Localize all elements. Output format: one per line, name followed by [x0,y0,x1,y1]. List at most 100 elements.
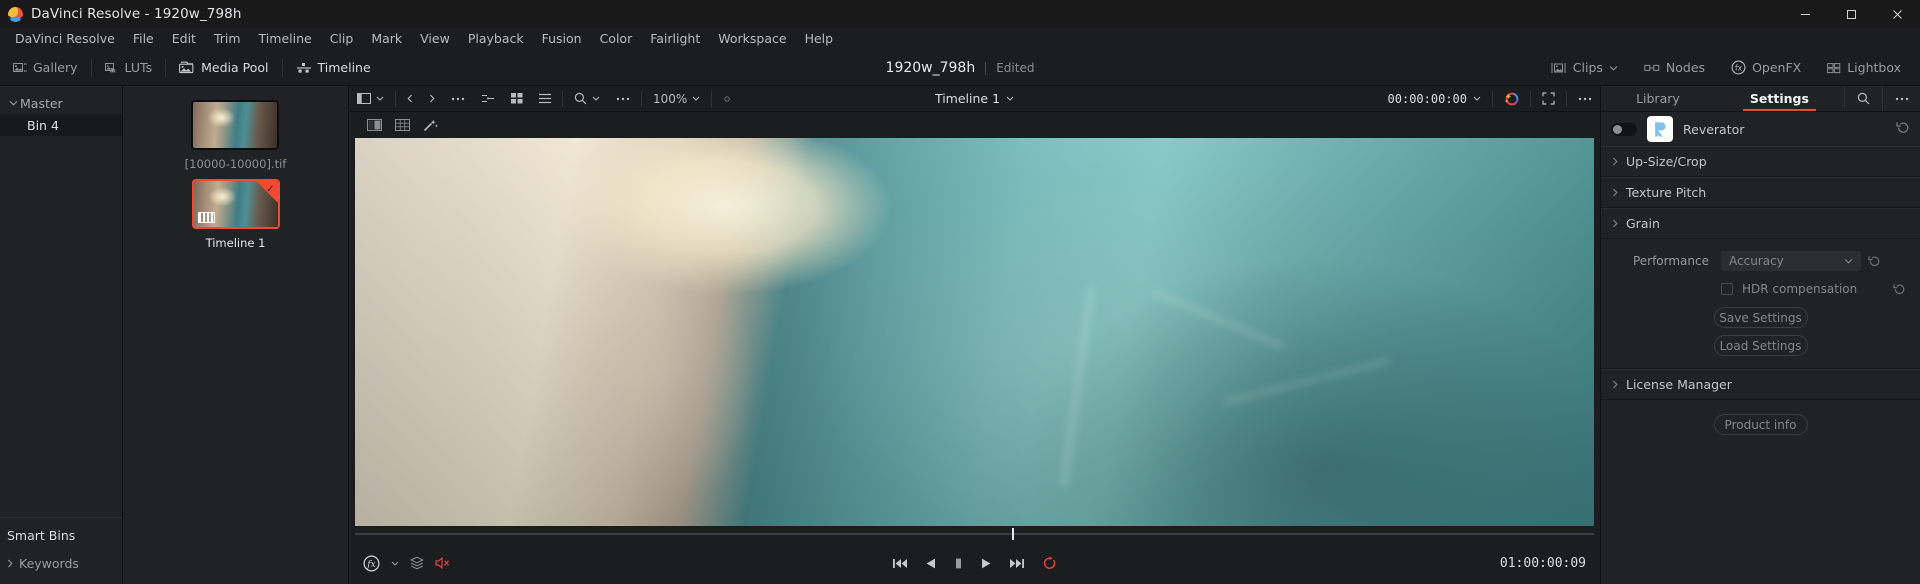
viewer-overflow-button[interactable] [443,86,473,112]
chevron-down-icon[interactable] [1006,96,1014,101]
playhead[interactable] [1011,528,1014,540]
svg-text:fx: fx [1735,64,1743,73]
bin-row-master[interactable]: Master [0,92,122,114]
skip-forward-icon[interactable] [1009,557,1025,570]
nav-next-button[interactable] [421,86,443,112]
reset-icon[interactable] [1861,255,1887,268]
tab-settings[interactable]: Settings [1715,86,1844,111]
grid-view-button[interactable] [503,86,531,112]
menu-clip[interactable]: Clip [321,28,363,50]
section-texture-pitch[interactable]: Texture Pitch [1601,177,1920,208]
media-pool-icon [179,61,195,74]
smart-bin-item-keywords[interactable]: Keywords [0,552,122,574]
menu-color[interactable]: Color [591,28,642,50]
loop-icon[interactable] [1042,555,1057,571]
effect-enable-toggle[interactable] [1611,122,1637,136]
chevron-down-icon [1844,258,1853,264]
split-screen-button[interactable] [361,114,387,136]
thumbnail[interactable]: ✓ [191,179,280,229]
viewer-top-bar: 100% Timeline 1 00:00:00:00 [349,86,1600,112]
stop-icon[interactable] [953,557,964,570]
search-icon [574,92,587,105]
menu-fusion[interactable]: Fusion [533,28,591,50]
magic-color-button[interactable] [1496,86,1527,112]
project-name: 1920w_798h [885,60,976,76]
section-grain[interactable]: Grain [1601,208,1920,239]
minimize-button[interactable] [1782,0,1828,28]
close-button[interactable] [1874,0,1920,28]
window-title: DaVinci Resolve - 1920w_798h [31,6,242,22]
bin-row-bin4[interactable]: Bin 4 [0,114,122,136]
skip-back-icon[interactable] [892,557,908,570]
viewer-more-button[interactable] [608,86,638,112]
menu-davinci-resolve[interactable]: DaVinci Resolve [6,28,124,50]
chevron-right-icon[interactable] [7,559,13,568]
gallery-button[interactable]: Gallery [0,56,91,80]
performance-select[interactable]: Accuracy [1721,251,1861,271]
menu-workspace[interactable]: Workspace [709,28,795,50]
viewer-options-button[interactable] [1570,86,1600,112]
toggle-knob [1613,124,1622,134]
chevron-down-icon[interactable] [692,96,700,101]
grid-overlay-icon [394,119,410,131]
magic-wand-button[interactable] [417,114,443,136]
menu-timeline[interactable]: Timeline [250,28,321,50]
media-pool-button[interactable]: Media Pool [166,56,281,80]
menu-edit[interactable]: Edit [163,28,205,50]
fullscreen-button[interactable] [1534,86,1563,112]
grid-overlay-button[interactable] [389,114,415,136]
inspector-search-button[interactable] [1844,86,1882,111]
load-settings-row: Load Settings [1601,328,1920,356]
tab-library[interactable]: Library [1601,86,1715,111]
openfx-button[interactable]: fx OpenFX [1718,56,1814,80]
transport-bar: fx 01:00:00:09 [349,542,1600,584]
node-graph-button[interactable] [473,86,503,112]
menu-file[interactable]: File [124,28,163,50]
lightbox-button[interactable]: Lightbox [1814,56,1914,80]
nav-prev-button[interactable] [399,86,421,112]
load-settings-button[interactable]: Load Settings [1713,335,1808,356]
timeline-button[interactable]: Timeline [283,56,384,80]
save-settings-button[interactable]: Save Settings [1713,307,1808,328]
menu-view[interactable]: View [411,28,459,50]
viewer-timecode-value: 00:00:00:00 [1387,91,1467,106]
menu-trim[interactable]: Trim [205,28,250,50]
chevron-down-icon[interactable] [1473,96,1481,101]
search-button[interactable] [566,86,608,112]
chevron-down-icon[interactable] [592,96,600,101]
media-pool-item-timeline[interactable]: ✓ Timeline 1 [191,179,280,250]
section-label: License Manager [1626,377,1732,392]
menu-help[interactable]: Help [796,28,843,50]
viewer-timecode[interactable]: 00:00:00:00 [1380,92,1489,106]
viewer-image[interactable] [355,138,1594,526]
reset-icon[interactable] [1896,120,1910,139]
panel-layout-button[interactable] [349,86,392,112]
nodes-button[interactable]: Nodes [1631,56,1718,80]
product-info-button[interactable]: Product info [1713,414,1808,435]
reset-icon[interactable] [1886,283,1912,296]
section-up-size-crop[interactable]: Up-Size/Crop [1601,146,1920,177]
zoom-fit-button[interactable] [715,86,739,112]
hdr-compensation-row: HDR compensation [1601,275,1920,303]
list-view-button[interactable] [531,86,559,112]
maximize-button[interactable] [1828,0,1874,28]
grid-view-icon [511,93,523,104]
chevron-down-icon[interactable] [6,100,20,106]
luts-button[interactable]: LUTs [92,56,166,80]
menu-fairlight[interactable]: Fairlight [641,28,709,50]
viewer-scrubber[interactable] [349,526,1600,542]
zoom-level-button[interactable]: 100% [645,86,708,112]
play-forward-icon[interactable] [981,557,992,570]
thumbnail[interactable] [191,100,280,150]
scrubber-track[interactable] [355,528,1594,540]
menu-playback[interactable]: Playback [459,28,533,50]
clips-button[interactable]: Clips [1537,56,1631,80]
menu-mark[interactable]: Mark [362,28,411,50]
hdr-compensation-checkbox[interactable] [1721,283,1733,295]
play-reverse-icon[interactable] [925,557,936,570]
chevron-down-icon[interactable] [376,96,384,101]
inspector-options-button[interactable] [1882,86,1920,111]
section-license-manager[interactable]: License Manager [1601,369,1920,400]
lightbox-label: Lightbox [1847,60,1901,75]
media-pool-item-still[interactable]: [10000-10000].tif [185,100,286,171]
